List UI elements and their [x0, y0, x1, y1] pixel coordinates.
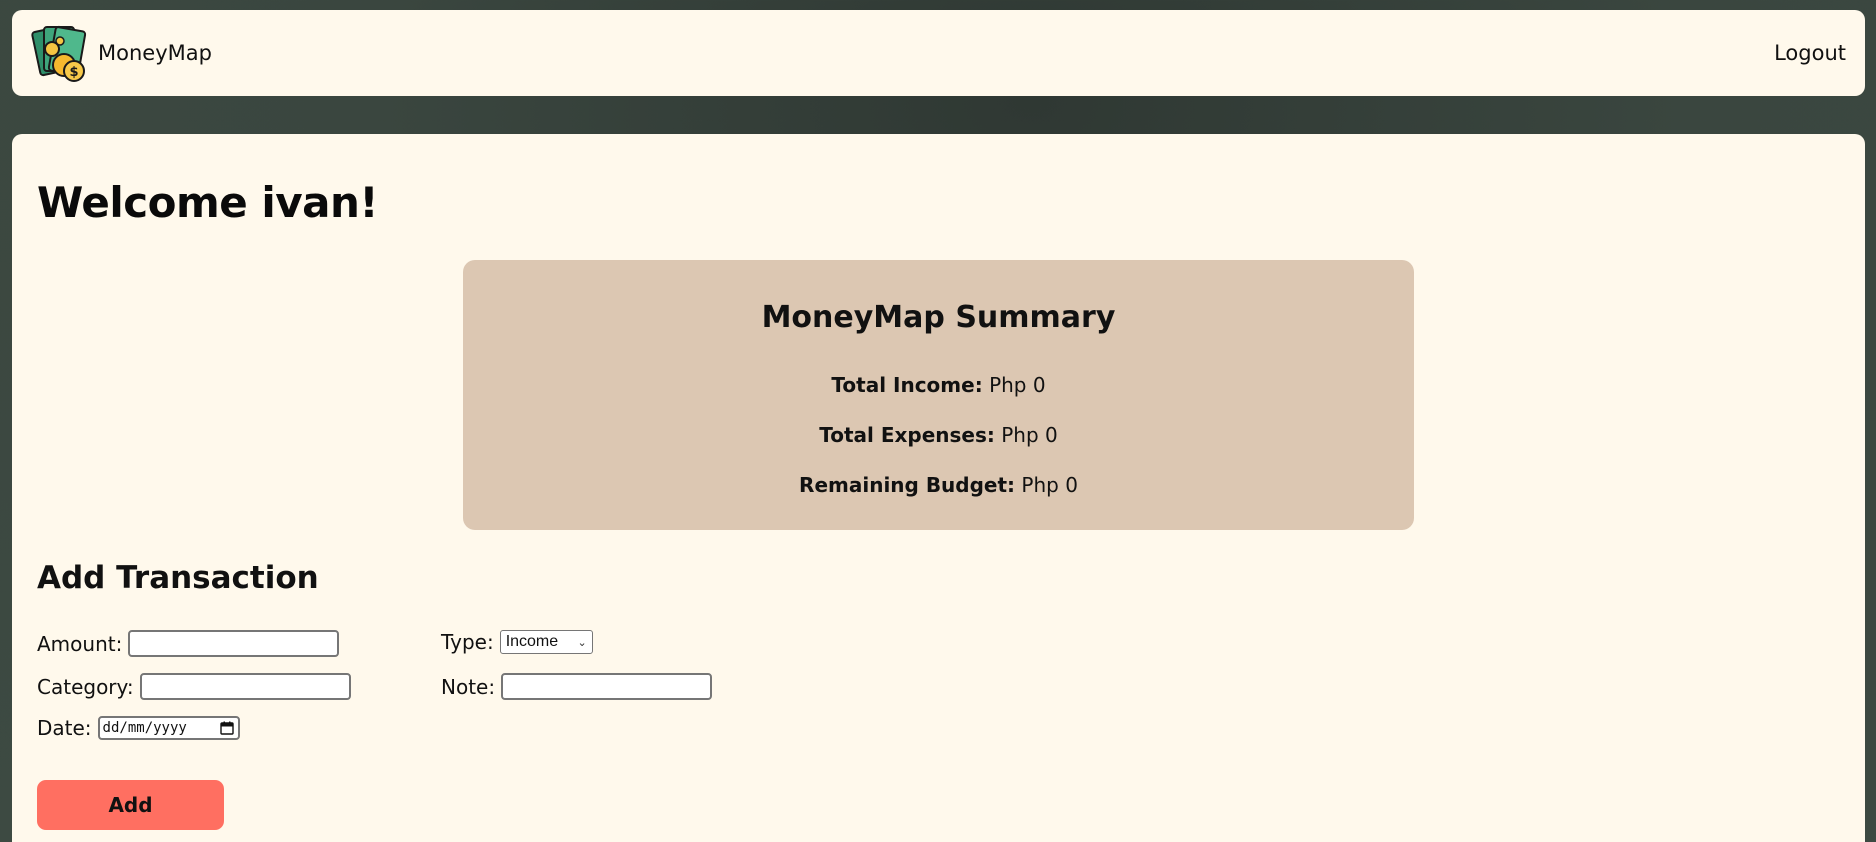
add-transaction-title: Add Transaction	[37, 560, 319, 596]
navbar: $ MoneyMap Logout	[12, 10, 1865, 96]
note-label: Note:	[441, 674, 496, 699]
type-select[interactable]: Income ⌄	[499, 630, 593, 654]
total-expenses-label: Total Expenses:	[819, 423, 995, 447]
date-input[interactable]: dd/mm/yyyy	[97, 716, 240, 740]
brand-name: MoneyMap	[98, 41, 212, 65]
amount-label: Amount:	[37, 631, 123, 656]
type-field-group: Type: Income ⌄	[441, 630, 593, 654]
chevron-down-icon: ⌄	[577, 636, 587, 649]
welcome-heading: Welcome ivan!	[37, 178, 379, 227]
logout-link[interactable]: Logout	[1774, 41, 1846, 65]
category-input[interactable]	[139, 673, 351, 700]
money-logo-icon: $	[31, 25, 87, 82]
note-field-group: Note:	[441, 673, 713, 700]
note-input[interactable]	[501, 673, 713, 700]
total-income-row: Total Income: Php 0	[463, 373, 1414, 397]
summary-card: MoneyMap Summary Total Income: Php 0 Tot…	[463, 260, 1414, 530]
amount-input[interactable]	[128, 630, 340, 657]
remaining-budget-label: Remaining Budget:	[799, 473, 1016, 497]
summary-title: MoneyMap Summary	[761, 300, 1116, 335]
category-field-group: Category:	[37, 673, 351, 700]
date-label: Date:	[37, 716, 92, 740]
calendar-icon[interactable]	[219, 721, 234, 735]
type-label: Type:	[441, 630, 494, 654]
date-field-group: Date: dd/mm/yyyy	[37, 716, 240, 740]
date-placeholder: dd/mm/yyyy	[102, 720, 187, 736]
svg-text:$: $	[69, 65, 78, 80]
total-expenses-value: Php 0	[1001, 423, 1058, 447]
remaining-budget-row: Remaining Budget: Php 0	[463, 473, 1414, 497]
add-button[interactable]: Add	[37, 780, 224, 830]
total-expenses-row: Total Expenses: Php 0	[463, 423, 1414, 447]
amount-field-group: Amount:	[37, 630, 340, 657]
total-income-value: Php 0	[989, 373, 1046, 397]
category-label: Category:	[37, 674, 134, 699]
total-income-label: Total Income:	[831, 373, 983, 397]
type-select-value: Income	[505, 633, 559, 650]
main-panel: Welcome ivan! MoneyMap Summary Total Inc…	[12, 134, 1865, 842]
remaining-budget-value: Php 0	[1021, 473, 1078, 497]
brand[interactable]: $ MoneyMap	[30, 23, 212, 83]
